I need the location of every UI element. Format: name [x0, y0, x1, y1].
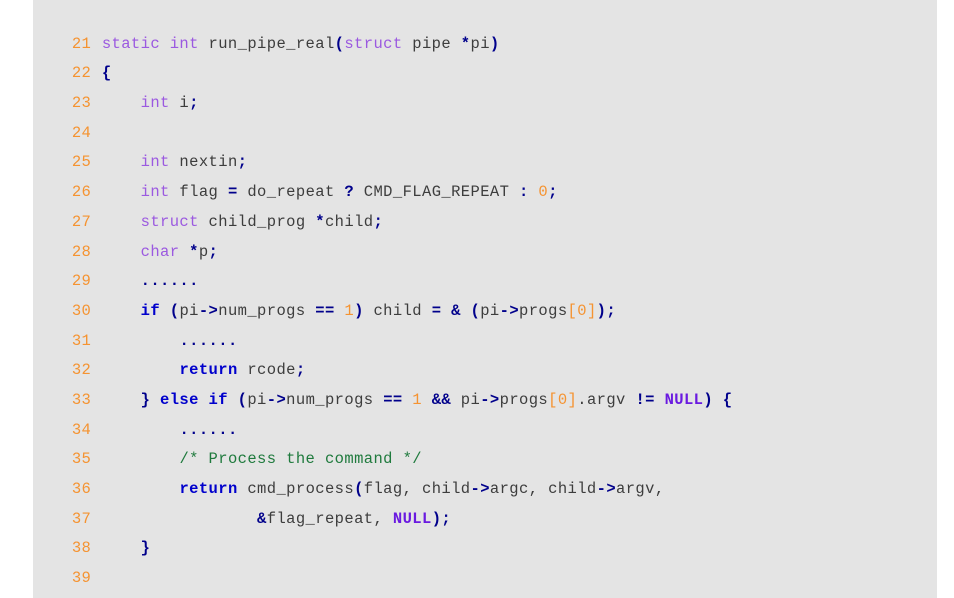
line-number: 24 — [71, 123, 92, 142]
line-content: struct child_prog *child; — [140, 212, 384, 231]
line-number: 33 — [71, 390, 92, 409]
line-content: { — [101, 64, 112, 83]
code-line: 39 — [33, 534, 937, 587]
line-number: 39 — [71, 569, 92, 588]
line-number: 32 — [71, 361, 92, 380]
line-content: ...... — [179, 420, 238, 439]
line-content: /* Process the command */ — [179, 450, 422, 469]
line-content: return rcode; — [179, 361, 306, 380]
line-content: ...... — [140, 272, 199, 291]
code-line: 21 static int run_pipe_real(struct pipe *… — [33, 0, 937, 53]
code-line: 23 int i; — [33, 59, 937, 112]
line-number: 29 — [71, 272, 92, 291]
line-content: } else if (pi->num_progs == 1 && pi->pro… — [140, 390, 733, 409]
line-number: 30 — [71, 301, 92, 320]
line-number: 26 — [71, 183, 92, 202]
line-content: int nextin; — [140, 153, 248, 172]
line-number: 37 — [71, 509, 92, 528]
line-content: if (pi->num_progs == 1) child = & (pi->p… — [140, 301, 617, 320]
line-number: 31 — [71, 331, 92, 350]
line-number: 21 — [71, 34, 92, 53]
line-content: ...... — [179, 331, 238, 350]
line-number: 23 — [71, 94, 92, 113]
line-content: &flag_repeat, NULL); — [257, 509, 452, 528]
line-number: 34 — [71, 420, 92, 439]
line-number: 25 — [71, 153, 92, 172]
line-content: int flag = do_repeat ? CMD_FLAG_REPEAT :… — [140, 183, 558, 202]
code-line: 25 int nextin; — [33, 119, 937, 171]
line-content: static int run_pipe_real(struct pipe *pi… — [101, 34, 500, 53]
code-listing: 21 static int run_pipe_real(struct pipe *… — [33, 0, 937, 598]
line-content: } — [140, 539, 151, 558]
line-number: 28 — [71, 242, 92, 261]
line-content: char *p; — [140, 242, 219, 261]
line-number: 22 — [71, 64, 92, 83]
line-content: return cmd_process(flag, child->argc, ch… — [179, 480, 665, 499]
line-content: int i; — [140, 94, 199, 113]
line-number: 35 — [71, 450, 92, 469]
line-number: 36 — [71, 480, 92, 499]
line-number: 27 — [71, 212, 92, 231]
line-number: 38 — [71, 539, 92, 558]
